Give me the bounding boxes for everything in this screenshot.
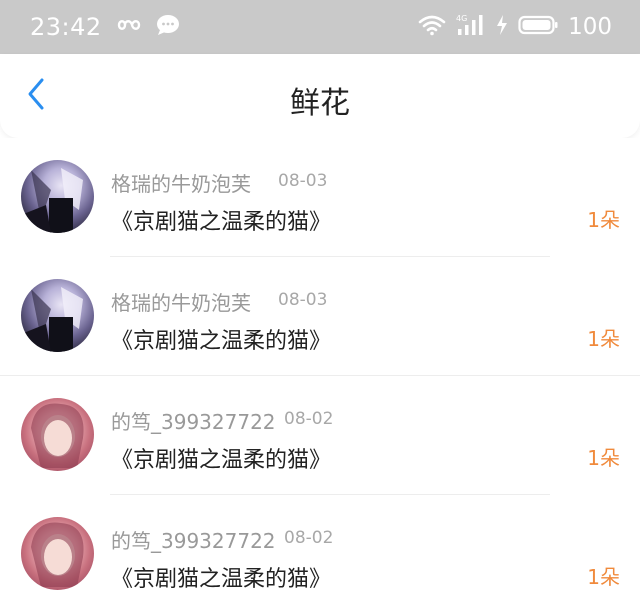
flower-count: 1朵 <box>587 446 620 470</box>
charging-icon <box>496 15 508 39</box>
flower-count: 1朵 <box>587 565 620 589</box>
avatar[interactable] <box>21 517 94 590</box>
screen: 23:42 4G 100 鲜花 格瑞的牛奶泡芙 08-03 《京剧猫之温柔的猫》… <box>0 0 640 610</box>
list-item[interactable]: 的笃_399327722 08-02 《京剧猫之温柔的猫》 1朵 <box>0 495 640 610</box>
status-left: 23:42 <box>30 0 180 54</box>
book-title[interactable]: 《京剧猫之温柔的猫》 <box>111 442 331 474</box>
avatar[interactable] <box>21 279 94 352</box>
status-time: 23:42 <box>30 13 102 41</box>
date: 08-02 <box>284 528 334 548</box>
list-item[interactable]: 的笃_399327722 08-02 《京剧猫之温柔的猫》 1朵 <box>0 376 640 495</box>
signal-4g-icon: 4G <box>456 13 486 41</box>
avatar[interactable] <box>21 160 94 233</box>
date: 08-02 <box>284 409 334 429</box>
battery-level: 100 <box>568 14 612 40</box>
username[interactable]: 格瑞的牛奶泡芙 <box>111 168 251 197</box>
book-title[interactable]: 《京剧猫之温柔的猫》 <box>111 323 331 355</box>
avatar[interactable] <box>21 398 94 471</box>
battery-icon <box>518 15 558 39</box>
status-bar: 23:42 4G 100 <box>0 0 640 54</box>
list-item[interactable]: 格瑞的牛奶泡芙 08-03 《京剧猫之温柔的猫》 1朵 <box>0 257 640 376</box>
list-item[interactable]: 格瑞的牛奶泡芙 08-03 《京剧猫之温柔的猫》 1朵 <box>0 138 640 257</box>
infinity-icon <box>114 16 144 38</box>
nav-bar: 鲜花 <box>0 54 640 138</box>
flower-list: 格瑞的牛奶泡芙 08-03 《京剧猫之温柔的猫》 1朵 格瑞的牛奶泡芙 08-0… <box>0 138 640 610</box>
message-bubble-icon <box>156 14 180 40</box>
book-title[interactable]: 《京剧猫之温柔的猫》 <box>111 204 331 236</box>
svg-text:4G: 4G <box>456 14 467 23</box>
username[interactable]: 格瑞的牛奶泡芙 <box>111 287 251 316</box>
book-title[interactable]: 《京剧猫之温柔的猫》 <box>111 561 331 593</box>
username[interactable]: 的笃_399327722 <box>111 406 276 435</box>
username[interactable]: 的笃_399327722 <box>111 525 276 554</box>
page-title: 鲜花 <box>290 86 350 121</box>
date: 08-03 <box>278 171 328 191</box>
date: 08-03 <box>278 290 328 310</box>
flower-count: 1朵 <box>587 208 620 232</box>
flower-count: 1朵 <box>587 327 620 351</box>
status-right: 4G 100 <box>418 0 612 54</box>
wifi-icon <box>418 14 446 40</box>
